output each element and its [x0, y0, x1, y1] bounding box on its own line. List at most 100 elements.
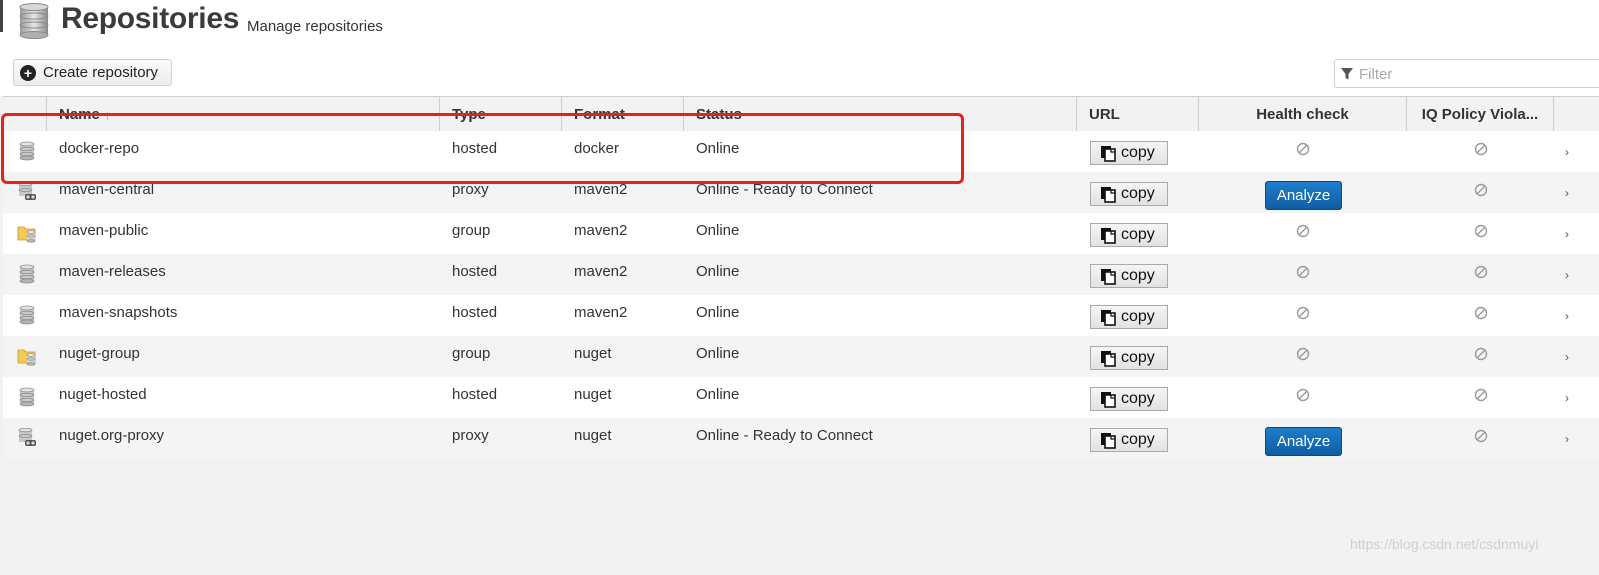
- copy-url-button[interactable]: copy: [1090, 223, 1168, 247]
- row-menu-icon[interactable]: ›: [1565, 309, 1569, 323]
- repo-format: maven2: [574, 304, 628, 321]
- proxy-repo-icon: [17, 427, 37, 448]
- iq-policy-unavailable-icon: [1474, 388, 1488, 402]
- column-label: Health check: [1256, 106, 1349, 123]
- row-menu-icon[interactable]: ›: [1565, 432, 1569, 446]
- column-header-format[interactable]: Format: [574, 97, 684, 132]
- repo-type: hosted: [452, 140, 498, 157]
- iq-policy-unavailable-icon: [1474, 306, 1488, 320]
- row-menu-icon[interactable]: ›: [1565, 186, 1569, 200]
- repo-status: Online - Ready to Connect: [696, 427, 873, 444]
- repo-status: Online: [696, 222, 740, 239]
- column-label: URL: [1089, 106, 1120, 123]
- row-menu-icon[interactable]: ›: [1565, 268, 1569, 282]
- column-header-type[interactable]: Type: [452, 97, 562, 132]
- copy-icon: [1101, 309, 1116, 326]
- page-title: Repositories: [61, 2, 240, 35]
- repositories-table: Name ↑ Type Format Status URL Health che…: [3, 96, 1599, 459]
- health-check-unavailable-icon: [1296, 265, 1310, 279]
- repo-format: nuget: [574, 427, 612, 444]
- repo-status: Online: [696, 345, 740, 362]
- health-check-unavailable-icon: [1296, 347, 1310, 361]
- iq-policy-unavailable-icon: [1474, 429, 1488, 443]
- table-row[interactable]: docker-repo hosted docker Online copy ›: [3, 131, 1599, 172]
- copy-label: copy: [1121, 431, 1155, 448]
- analyze-button[interactable]: Analyze: [1265, 181, 1342, 210]
- copy-label: copy: [1121, 349, 1155, 366]
- health-check-unavailable-icon: [1296, 306, 1310, 320]
- health-check-unavailable-icon: [1296, 224, 1310, 238]
- filter-field[interactable]: [1334, 59, 1599, 88]
- repo-name[interactable]: nuget.org-proxy: [59, 415, 164, 456]
- repo-format: maven2: [574, 181, 628, 198]
- column-label: Format: [574, 106, 625, 123]
- repo-type: hosted: [452, 263, 498, 280]
- create-repository-button[interactable]: + Create repository: [13, 59, 172, 86]
- row-menu-icon[interactable]: ›: [1565, 350, 1569, 364]
- column-separator: [46, 97, 47, 132]
- iq-policy-unavailable-icon: [1474, 347, 1488, 361]
- table-row[interactable]: maven-snapshots hosted maven2 Online copy ›: [3, 295, 1599, 336]
- hosted-repo-icon: [17, 264, 37, 284]
- repo-name[interactable]: nuget-group: [59, 333, 140, 374]
- copy-url-button[interactable]: copy: [1090, 305, 1168, 329]
- column-header-name[interactable]: Name ↑: [59, 97, 439, 132]
- table-row[interactable]: nuget-hosted hosted nuget Online copy ›: [3, 377, 1599, 418]
- repo-status: Online: [696, 140, 740, 157]
- column-separator: [1553, 97, 1554, 132]
- table-row[interactable]: maven-releases hosted maven2 Online copy ›: [3, 254, 1599, 295]
- column-header-iq-policy[interactable]: IQ Policy Viola...: [1407, 97, 1553, 132]
- repo-format: maven2: [574, 263, 628, 280]
- page-subtitle: Manage repositories: [247, 18, 383, 35]
- repo-type: proxy: [452, 427, 489, 444]
- analyze-button[interactable]: Analyze: [1265, 427, 1342, 456]
- copy-url-button[interactable]: copy: [1090, 387, 1168, 411]
- table-row[interactable]: maven-public group maven2 Online copy ›: [3, 213, 1599, 254]
- copy-url-button[interactable]: copy: [1090, 346, 1168, 370]
- column-header-health-check[interactable]: Health check: [1199, 97, 1406, 132]
- repo-status: Online - Ready to Connect: [696, 181, 873, 198]
- column-separator: [561, 97, 562, 132]
- copy-url-button[interactable]: copy: [1090, 428, 1168, 452]
- repo-name[interactable]: nuget-hosted: [59, 374, 147, 415]
- table-row[interactable]: maven-central proxy maven2 Online - Ready t…: [3, 172, 1599, 213]
- copy-label: copy: [1121, 308, 1155, 325]
- row-menu-icon[interactable]: ›: [1565, 227, 1569, 241]
- copy-icon: [1101, 186, 1116, 203]
- table-row[interactable]: nuget.org-proxy proxy nuget Online - Ready …: [3, 418, 1599, 459]
- copy-label: copy: [1121, 267, 1155, 284]
- column-separator: [1076, 97, 1077, 132]
- iq-policy-unavailable-icon: [1474, 183, 1488, 197]
- repo-name[interactable]: maven-snapshots: [59, 292, 177, 333]
- row-menu-icon[interactable]: ›: [1565, 391, 1569, 405]
- left-edge-bar: [0, 0, 3, 32]
- repo-format: maven2: [574, 222, 628, 239]
- repo-name[interactable]: docker-repo: [59, 128, 139, 169]
- copy-url-button[interactable]: copy: [1090, 182, 1168, 206]
- iq-policy-unavailable-icon: [1474, 265, 1488, 279]
- copy-icon: [1101, 145, 1116, 162]
- copy-label: copy: [1121, 144, 1155, 161]
- filter-input[interactable]: [1357, 63, 1599, 85]
- health-check-unavailable-icon: [1296, 142, 1310, 156]
- repo-name[interactable]: maven-central: [59, 169, 154, 210]
- copy-url-button[interactable]: copy: [1090, 141, 1168, 165]
- column-header-status[interactable]: Status: [696, 97, 1076, 132]
- copy-url-button[interactable]: copy: [1090, 264, 1168, 288]
- repo-type: hosted: [452, 386, 498, 403]
- copy-icon: [1101, 391, 1116, 408]
- plus-circle-icon: +: [20, 64, 36, 81]
- table-row[interactable]: nuget-group group nuget Online copy ›: [3, 336, 1599, 377]
- repo-name[interactable]: maven-public: [59, 210, 148, 251]
- repo-name[interactable]: maven-releases: [59, 251, 166, 292]
- hosted-repo-icon: [17, 141, 37, 161]
- create-repository-label: Create repository: [43, 64, 159, 81]
- repo-format: nuget: [574, 386, 612, 403]
- row-menu-icon[interactable]: ›: [1565, 145, 1569, 159]
- copy-icon: [1101, 268, 1116, 285]
- column-header-url[interactable]: URL: [1089, 97, 1199, 132]
- column-label: Type: [452, 106, 486, 123]
- repo-type: hosted: [452, 304, 498, 321]
- copy-icon: [1101, 350, 1116, 367]
- repo-type: group: [452, 222, 491, 239]
